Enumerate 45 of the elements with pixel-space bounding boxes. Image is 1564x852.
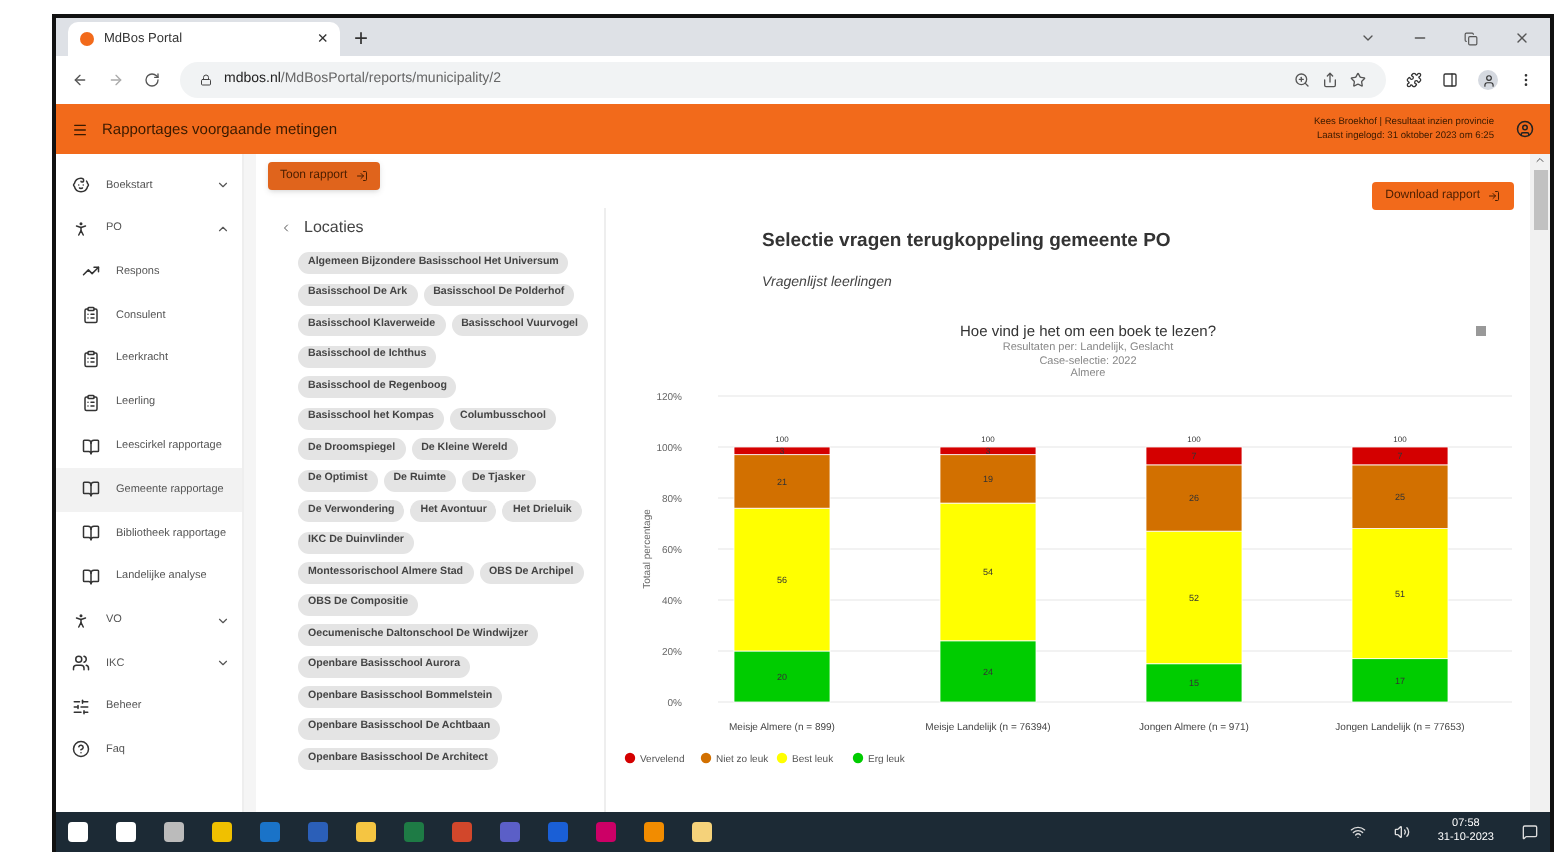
close-icon[interactable]	[1514, 30, 1530, 46]
clipboard-icon	[82, 306, 100, 325]
chevron-down-icon	[216, 613, 230, 628]
app-icon[interactable]	[356, 822, 376, 842]
clipboard-icon	[82, 349, 100, 368]
notification-icon[interactable]	[1522, 824, 1538, 840]
chevron-down-icon[interactable]	[1360, 30, 1376, 46]
chart-menu-icon[interactable]	[1476, 325, 1486, 336]
app-icon[interactable]	[212, 822, 232, 842]
profile-icon[interactable]	[1478, 70, 1498, 90]
locations-heading: Locaties	[304, 216, 364, 240]
chevron-up-icon	[216, 221, 230, 236]
trend-line-icon	[82, 262, 100, 281]
enter-icon	[1488, 190, 1500, 202]
volume-icon[interactable]	[1393, 824, 1410, 840]
tab-close-button[interactable]: ×	[317, 30, 328, 48]
user-icon[interactable]	[1516, 120, 1534, 138]
reload-icon[interactable]	[144, 72, 160, 88]
book-icon	[82, 437, 100, 456]
book-icon	[82, 480, 100, 499]
scrollbar-thumb[interactable]	[1533, 170, 1547, 230]
side-panel-icon[interactable]	[1442, 72, 1458, 88]
star-icon[interactable]	[1350, 72, 1366, 88]
app-icon[interactable]	[452, 822, 472, 842]
zoom-icon[interactable]	[1294, 72, 1310, 88]
share-icon[interactable]	[1322, 72, 1338, 88]
enter-icon	[355, 170, 368, 182]
clipboard-icon	[82, 393, 100, 412]
new-tab-button[interactable]: +	[354, 26, 369, 50]
chevron-down-icon	[216, 656, 230, 671]
chevron-down-icon	[216, 178, 230, 193]
app-icon[interactable]	[644, 822, 664, 842]
site-logo-icon	[80, 32, 94, 46]
scrollbar[interactable]	[1530, 154, 1550, 812]
wifi-icon[interactable]	[1349, 824, 1366, 840]
report-title: Selectie vragen terugkoppeling gemeente PO	[760, 228, 1173, 256]
book-icon	[82, 524, 100, 543]
lock-icon	[200, 74, 212, 86]
back-icon[interactable]	[72, 72, 88, 88]
book-icon	[82, 567, 100, 586]
app-icon[interactable]	[692, 822, 712, 842]
restore-icon[interactable]	[1464, 31, 1478, 45]
app-icon[interactable]	[164, 822, 184, 842]
extensions-icon[interactable]	[1406, 72, 1422, 88]
menu-icon[interactable]	[72, 121, 88, 137]
